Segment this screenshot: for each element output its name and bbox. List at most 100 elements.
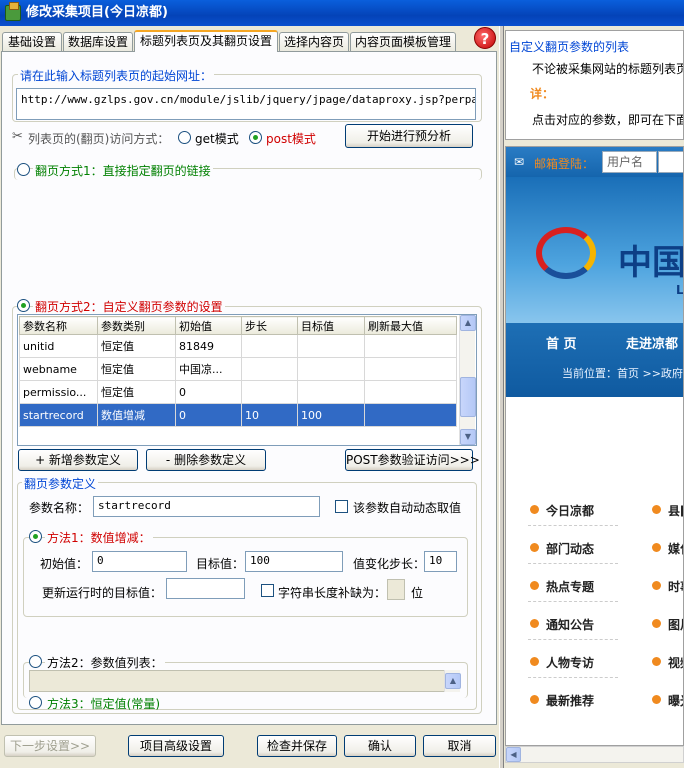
param-table-header: 参数名称 参数类别 初始值 步长 目标值 刷新最大值 <box>19 316 457 335</box>
step-value-label: 值变化步长： <box>353 557 426 571</box>
username-input[interactable]: 用户名 <box>602 151 657 173</box>
bullet-icon <box>530 695 539 704</box>
start-url-label: 请在此输入标题列表页的起始网址： <box>18 67 215 84</box>
bullet-icon <box>652 619 661 628</box>
cell-step <box>241 334 298 358</box>
help-line1: 不论被采集网站的标题列表页 <box>532 62 684 76</box>
web-preview: ✉ 邮箱登陆： 用户名 中国 L 首 页 走进凉都 当前位置：首页 >>政府 今… <box>505 146 684 746</box>
table-row-selected[interactable]: startrecord 数值增减 0 10 100 <box>19 403 457 427</box>
news-item[interactable]: 曝光 <box>668 692 683 709</box>
tab-content-select[interactable]: 选择内容页 <box>279 32 349 51</box>
tab-basic[interactable]: 基础设置 <box>2 32 62 51</box>
scroll-up-icon[interactable]: ▲ <box>460 315 476 331</box>
check-save-button[interactable]: 检查并保存 <box>257 735 337 757</box>
post-verify-button[interactable]: POST参数验证访问>>> <box>345 449 480 471</box>
target-value-input[interactable]: 100 <box>245 551 343 572</box>
param-name-input[interactable]: startrecord <box>93 496 320 517</box>
advanced-settings-button[interactable]: 项目高级设置 <box>128 735 224 757</box>
paging-mode1-label: 翻页方式1：直接指定翻页的链接 <box>33 162 213 179</box>
add-param-button[interactable]: + 新增参数定义 <box>18 449 138 471</box>
pad-length-checkbox[interactable] <box>261 584 274 597</box>
get-radio[interactable] <box>178 131 191 144</box>
runtime-target-label: 更新运行时的目标值： <box>42 586 163 600</box>
cancel-button[interactable]: 取消 <box>423 735 496 757</box>
method1-radio[interactable] <box>29 530 42 543</box>
col-header[interactable]: 刷新最大值 <box>364 316 457 335</box>
param-def-label: 翻页参数定义 <box>22 475 99 492</box>
post-radio[interactable] <box>249 131 262 144</box>
tab-list-paging[interactable]: 标题列表页及其翻页设置 <box>134 30 278 52</box>
scroll-down-icon[interactable]: ▼ <box>460 429 476 445</box>
bullet-icon <box>652 657 661 666</box>
bullet-icon <box>530 581 539 590</box>
method3-radio[interactable] <box>29 696 42 709</box>
scroll-up-icon[interactable]: ▲ <box>445 673 461 689</box>
news-item[interactable]: 视频 <box>668 654 683 671</box>
table-row[interactable]: webname 恒定值 中国凉... <box>19 357 457 381</box>
tab-template[interactable]: 内容页面模板管理 <box>350 32 456 51</box>
paging-mode1-radio[interactable] <box>17 163 30 176</box>
value-list-scrollbar[interactable]: ▲ <box>444 670 461 692</box>
table-row[interactable]: permissio... 恒定值 0 <box>19 380 457 404</box>
paging-mode2-radio[interactable] <box>17 299 30 312</box>
pane-splitter[interactable] <box>499 26 504 768</box>
news-item[interactable]: 县[ <box>668 502 683 519</box>
news-item[interactable]: 最新推荐 <box>546 692 594 709</box>
method1-label: 方法1：数值增减： <box>45 529 153 546</box>
news-item[interactable]: 图片 <box>668 616 683 633</box>
help-icon[interactable]: ? <box>474 27 496 49</box>
runtime-target-input[interactable] <box>166 578 245 599</box>
tab-database[interactable]: 数据库设置 <box>63 32 133 51</box>
web-preview-hscrollbar[interactable]: ◀ <box>505 746 684 763</box>
method3-label: 方法3：恒定值(常量) <box>47 697 160 711</box>
auto-value-checkbox[interactable] <box>335 500 348 513</box>
window-title: 修改采集项目(今日凉都) <box>26 5 168 20</box>
news-item[interactable]: 通知公告 <box>546 616 594 633</box>
init-value-label: 初始值： <box>40 557 89 571</box>
col-header[interactable]: 初始值 <box>175 316 242 335</box>
divider <box>528 601 618 602</box>
news-item[interactable]: 今日凉都 <box>546 502 594 519</box>
mail-icon: ✉ <box>514 155 525 169</box>
param-table-scrollbar[interactable]: ▲ ▼ <box>459 315 476 445</box>
col-header[interactable]: 目标值 <box>297 316 365 335</box>
cell-name: permissio... <box>19 380 98 404</box>
auto-value-label: 该参数自动动态取值 <box>353 501 462 515</box>
col-header[interactable]: 参数类别 <box>97 316 176 335</box>
param-value-list[interactable] <box>29 670 459 692</box>
col-header[interactable]: 参数名称 <box>19 316 98 335</box>
table-row[interactable]: unitid 恒定值 81849 <box>19 334 457 358</box>
news-item[interactable]: 热点专题 <box>546 578 594 595</box>
start-url-input[interactable]: http://www.gzlps.gov.cn/module/jslib/jqu… <box>16 88 476 120</box>
news-item[interactable]: 人物专访 <box>546 654 594 671</box>
cell-init: 0 <box>175 403 242 427</box>
scroll-left-icon[interactable]: ◀ <box>506 747 521 762</box>
col-header[interactable]: 步长 <box>241 316 298 335</box>
method2-radio[interactable] <box>29 655 42 668</box>
help-line2: 点击对应的参数，即可在下面 <box>532 113 684 127</box>
step-value-input[interactable]: 10 <box>424 551 457 572</box>
method2-label: 方法2：参数值列表： <box>45 654 165 671</box>
delete-param-button[interactable]: - 删除参数定义 <box>146 449 266 471</box>
init-value-input[interactable]: 0 <box>92 551 187 572</box>
cell-step <box>241 357 298 381</box>
pad-length-input[interactable] <box>387 579 405 600</box>
cell-name: startrecord <box>19 403 98 427</box>
nav-about[interactable]: 走进凉都 <box>626 333 678 352</box>
cell-name: unitid <box>19 334 98 358</box>
news-item[interactable]: 媒化 <box>668 540 683 557</box>
paging-mode2-label: 翻页方式2：自定义翻页参数的设置 <box>33 298 225 315</box>
cell-target <box>297 357 365 381</box>
password-input[interactable] <box>658 151 683 173</box>
nav-home[interactable]: 首 页 <box>546 333 577 352</box>
cell-max <box>364 380 457 404</box>
scroll-thumb[interactable] <box>460 377 476 417</box>
ok-button[interactable]: 确认 <box>344 735 416 757</box>
window-titlebar: 修改采集项目(今日凉都) <box>0 0 684 26</box>
news-item[interactable]: 部门动态 <box>546 540 594 557</box>
next-step-button[interactable]: 下一步设置>> <box>4 735 96 757</box>
bullet-icon <box>652 505 661 514</box>
divider <box>528 563 618 564</box>
pre-analyze-button[interactable]: 开始进行预分析 <box>345 124 473 148</box>
news-item[interactable]: 时事 <box>668 578 683 595</box>
